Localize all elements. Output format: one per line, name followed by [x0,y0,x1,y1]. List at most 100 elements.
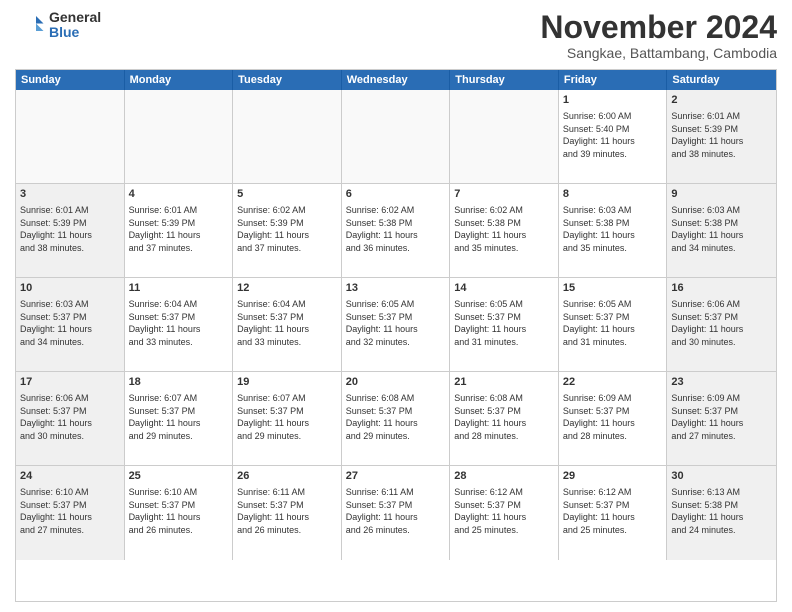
cell-content: Sunrise: 6:09 AM Sunset: 5:37 PM Dayligh… [671,392,772,442]
day-number: 6 [346,187,446,202]
header-day-sunday: Sunday [16,70,125,90]
cell-content: Sunrise: 6:01 AM Sunset: 5:39 PM Dayligh… [129,204,229,254]
day-number: 1 [563,93,663,108]
cell-content: Sunrise: 6:07 AM Sunset: 5:37 PM Dayligh… [237,392,337,442]
calendar-header: SundayMondayTuesdayWednesdayThursdayFrid… [16,70,776,90]
calendar-cell: 7 Sunrise: 6:02 AM Sunset: 5:38 PM Daylig… [450,184,559,277]
header-day-tuesday: Tuesday [233,70,342,90]
cell-content: Sunrise: 6:00 AM Sunset: 5:40 PM Dayligh… [563,110,663,160]
cell-content: Sunrise: 6:06 AM Sunset: 5:37 PM Dayligh… [671,298,772,348]
calendar-cell [16,90,125,183]
cell-content: Sunrise: 6:08 AM Sunset: 5:37 PM Dayligh… [454,392,554,442]
location-subtitle: Sangkae, Battambang, Cambodia [540,45,777,61]
calendar-cell [342,90,451,183]
calendar-week-2: 3 Sunrise: 6:01 AM Sunset: 5:39 PM Daylig… [16,184,776,278]
calendar-cell: 27 Sunrise: 6:11 AM Sunset: 5:37 PM Dayli… [342,466,451,560]
cell-content: Sunrise: 6:09 AM Sunset: 5:37 PM Dayligh… [563,392,663,442]
calendar-week-3: 10Sunrise: 6:03 AM Sunset: 5:37 PM Dayli… [16,278,776,372]
cell-content: Sunrise: 6:04 AM Sunset: 5:37 PM Dayligh… [129,298,229,348]
header-day-thursday: Thursday [450,70,559,90]
logo-blue: Blue [49,25,101,40]
calendar: SundayMondayTuesdayWednesdayThursdayFrid… [15,69,777,602]
calendar-cell: 1 Sunrise: 6:00 AM Sunset: 5:40 PM Daylig… [559,90,668,183]
calendar-cell: 2 Sunrise: 6:01 AM Sunset: 5:39 PM Daylig… [667,90,776,183]
day-number: 23 [671,375,772,390]
cell-content: Sunrise: 6:11 AM Sunset: 5:37 PM Dayligh… [237,486,337,536]
cell-content: Sunrise: 6:01 AM Sunset: 5:39 PM Dayligh… [671,110,772,160]
calendar-cell: 30Sunrise: 6:13 AM Sunset: 5:38 PM Dayli… [667,466,776,560]
calendar-week-5: 24 Sunrise: 6:10 AM Sunset: 5:37 PM Dayli… [16,466,776,560]
cell-content: Sunrise: 6:06 AM Sunset: 5:37 PM Dayligh… [20,392,120,442]
calendar-cell: 21 Sunrise: 6:08 AM Sunset: 5:37 PM Dayli… [450,372,559,465]
calendar-cell: 26 Sunrise: 6:11 AM Sunset: 5:37 PM Dayli… [233,466,342,560]
cell-content: Sunrise: 6:02 AM Sunset: 5:38 PM Dayligh… [454,204,554,254]
calendar-cell: 9 Sunrise: 6:03 AM Sunset: 5:38 PM Daylig… [667,184,776,277]
calendar-cell: 17 Sunrise: 6:06 AM Sunset: 5:37 PM Dayli… [16,372,125,465]
calendar-week-1: 1 Sunrise: 6:00 AM Sunset: 5:40 PM Daylig… [16,90,776,184]
cell-content: Sunrise: 6:10 AM Sunset: 5:37 PM Dayligh… [129,486,229,536]
calendar-cell: 18Sunrise: 6:07 AM Sunset: 5:37 PM Dayli… [125,372,234,465]
calendar-week-4: 17 Sunrise: 6:06 AM Sunset: 5:37 PM Dayli… [16,372,776,466]
day-number: 25 [129,469,229,484]
calendar-cell: 12 Sunrise: 6:04 AM Sunset: 5:37 PM Dayli… [233,278,342,371]
day-number: 15 [563,281,663,296]
header-day-monday: Monday [125,70,234,90]
day-number: 28 [454,469,554,484]
cell-content: Sunrise: 6:01 AM Sunset: 5:39 PM Dayligh… [20,204,120,254]
day-number: 13 [346,281,446,296]
calendar-cell [233,90,342,183]
calendar-cell: 4 Sunrise: 6:01 AM Sunset: 5:39 PM Daylig… [125,184,234,277]
calendar-cell: 23 Sunrise: 6:09 AM Sunset: 5:37 PM Dayli… [667,372,776,465]
title-block: November 2024 Sangkae, Battambang, Cambo… [540,10,777,61]
day-number: 27 [346,469,446,484]
day-number: 9 [671,187,772,202]
calendar-cell: 3 Sunrise: 6:01 AM Sunset: 5:39 PM Daylig… [16,184,125,277]
day-number: 24 [20,469,120,484]
logo-text: General Blue [49,10,101,41]
calendar-cell: 11Sunrise: 6:04 AM Sunset: 5:37 PM Dayli… [125,278,234,371]
calendar-cell [125,90,234,183]
day-number: 5 [237,187,337,202]
cell-content: Sunrise: 6:12 AM Sunset: 5:37 PM Dayligh… [454,486,554,536]
header-day-saturday: Saturday [667,70,776,90]
day-number: 7 [454,187,554,202]
calendar-body: 1 Sunrise: 6:00 AM Sunset: 5:40 PM Daylig… [16,90,776,560]
calendar-cell: 19 Sunrise: 6:07 AM Sunset: 5:37 PM Dayli… [233,372,342,465]
calendar-cell: 10Sunrise: 6:03 AM Sunset: 5:37 PM Dayli… [16,278,125,371]
cell-content: Sunrise: 6:10 AM Sunset: 5:37 PM Dayligh… [20,486,120,536]
day-number: 8 [563,187,663,202]
header: General Blue November 2024 Sangkae, Batt… [15,10,777,61]
day-number: 2 [671,93,772,108]
cell-content: Sunrise: 6:11 AM Sunset: 5:37 PM Dayligh… [346,486,446,536]
day-number: 19 [237,375,337,390]
cell-content: Sunrise: 6:02 AM Sunset: 5:39 PM Dayligh… [237,204,337,254]
day-number: 21 [454,375,554,390]
day-number: 20 [346,375,446,390]
calendar-cell: 25 Sunrise: 6:10 AM Sunset: 5:37 PM Dayli… [125,466,234,560]
day-number: 26 [237,469,337,484]
day-number: 12 [237,281,337,296]
day-number: 22 [563,375,663,390]
calendar-cell: 6 Sunrise: 6:02 AM Sunset: 5:38 PM Daylig… [342,184,451,277]
day-number: 14 [454,281,554,296]
calendar-cell: 13 Sunrise: 6:05 AM Sunset: 5:37 PM Dayli… [342,278,451,371]
day-number: 17 [20,375,120,390]
cell-content: Sunrise: 6:02 AM Sunset: 5:38 PM Dayligh… [346,204,446,254]
cell-content: Sunrise: 6:03 AM Sunset: 5:37 PM Dayligh… [20,298,120,348]
cell-content: Sunrise: 6:08 AM Sunset: 5:37 PM Dayligh… [346,392,446,442]
calendar-cell: 24 Sunrise: 6:10 AM Sunset: 5:37 PM Dayli… [16,466,125,560]
day-number: 3 [20,187,120,202]
header-day-friday: Friday [559,70,668,90]
cell-content: Sunrise: 6:03 AM Sunset: 5:38 PM Dayligh… [671,204,772,254]
cell-content: Sunrise: 6:04 AM Sunset: 5:37 PM Dayligh… [237,298,337,348]
day-number: 4 [129,187,229,202]
cell-content: Sunrise: 6:05 AM Sunset: 5:37 PM Dayligh… [346,298,446,348]
calendar-cell: 14 Sunrise: 6:05 AM Sunset: 5:37 PM Dayli… [450,278,559,371]
day-number: 16 [671,281,772,296]
page: General Blue November 2024 Sangkae, Batt… [0,0,792,612]
header-day-wednesday: Wednesday [342,70,451,90]
month-title: November 2024 [540,10,777,45]
cell-content: Sunrise: 6:05 AM Sunset: 5:37 PM Dayligh… [454,298,554,348]
calendar-cell: 22 Sunrise: 6:09 AM Sunset: 5:37 PM Dayli… [559,372,668,465]
logo-icon [15,10,45,40]
